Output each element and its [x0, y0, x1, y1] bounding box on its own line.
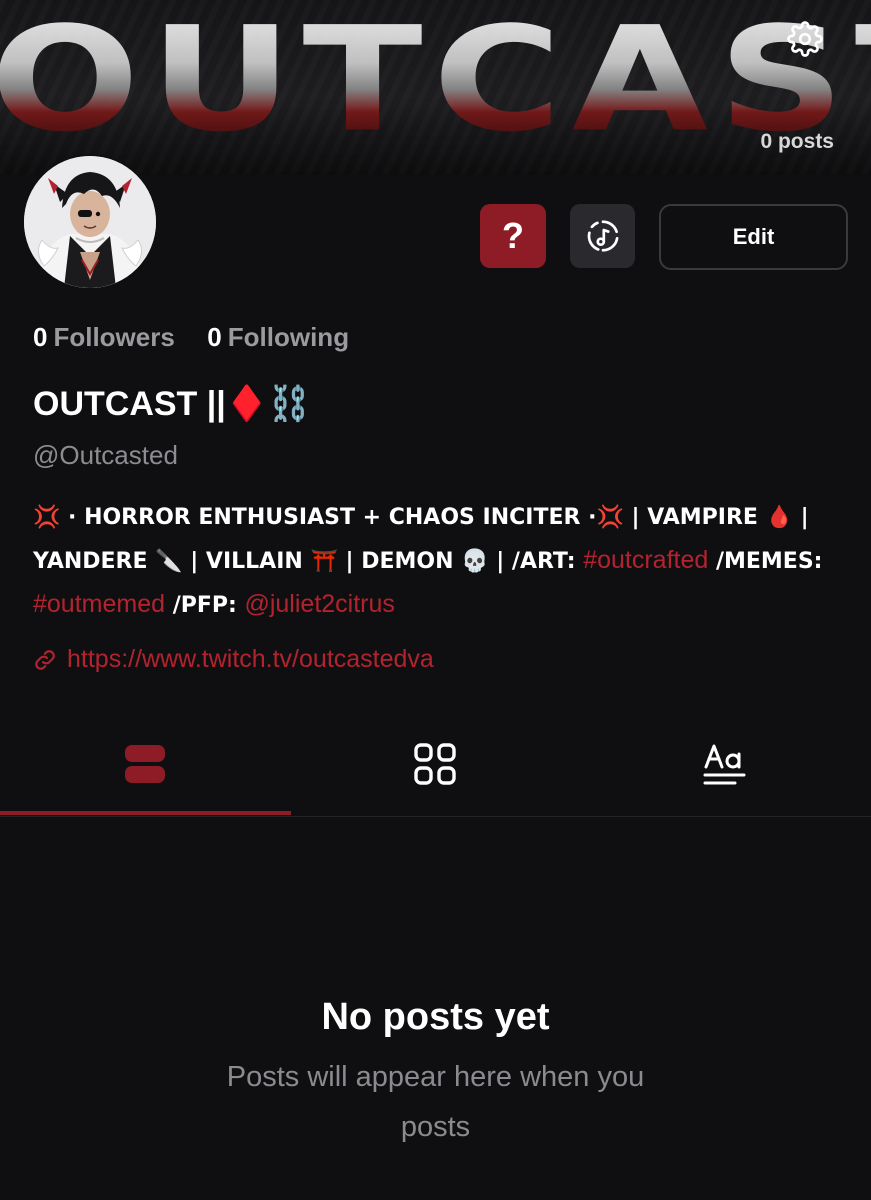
- grid-icon: [414, 743, 456, 785]
- followers-label: Followers: [53, 322, 175, 352]
- bio-line-1: 💢 · HORROR ENTHUSIAST + CHAOS INCITER ·💢…: [33, 505, 809, 530]
- following-count: 0: [207, 322, 222, 352]
- edit-button-label: Edit: [732, 224, 775, 249]
- empty-state-subtitle: Posts will appear here when you posts: [226, 1061, 645, 1143]
- edit-profile-button[interactable]: Edit: [659, 204, 848, 270]
- link-icon: [35, 649, 55, 670]
- hashtag-outcrafted[interactable]: #outcrafted: [583, 546, 708, 574]
- music-button[interactable]: [570, 204, 635, 268]
- tab-list[interactable]: [0, 712, 290, 816]
- banner-shade: [0, 105, 871, 175]
- profile-banner: OUTCAST: [0, 0, 871, 175]
- display-name: OUTCAST ||♦️⛓️: [33, 385, 311, 423]
- followers-count: 0: [33, 322, 48, 352]
- tab-grid[interactable]: [290, 712, 580, 816]
- post-count: 0 posts: [760, 130, 834, 153]
- bio-text-segment: /MEMES:: [708, 549, 823, 574]
- following-label: Following: [227, 322, 350, 352]
- bio-text-segment: YANDERE 🔪 | VILLAIN ⛩️ | DEMON 💀 | /ART:: [33, 549, 584, 574]
- bio-line-2: YANDERE 🔪 | VILLAIN ⛩️ | DEMON 💀 | /ART:…: [33, 539, 843, 583]
- gear-icon: [787, 21, 823, 57]
- profile-handle: @Outcasted: [33, 440, 178, 470]
- bio-line-3: #outmemed /PFP: @juliet2citrus: [33, 583, 843, 627]
- question-mark-label: ?: [502, 215, 524, 256]
- content-tabs: [0, 712, 871, 817]
- mention-juliet2citrus[interactable]: @juliet2citrus: [244, 590, 394, 618]
- profile-link[interactable]: https://www.twitch.tv/outcastedva: [33, 645, 434, 674]
- hashtag-outmemed[interactable]: #outmemed: [33, 590, 165, 618]
- music-disc-icon: [587, 220, 618, 252]
- avatar-illustration: [24, 156, 156, 288]
- follow-stats: 0 Followers 0 Following: [33, 322, 349, 353]
- settings-button[interactable]: [784, 18, 826, 60]
- text-icon: [703, 744, 746, 785]
- list-icon: [125, 745, 165, 783]
- tab-text[interactable]: [580, 712, 870, 816]
- following-link[interactable]: 0 Following: [207, 322, 349, 352]
- profile-bio: 💢 · HORROR ENTHUSIAST + CHAOS INCITER ·💢…: [33, 497, 843, 627]
- bio-text-segment: /PFP:: [165, 593, 245, 618]
- help-button[interactable]: ?: [480, 204, 546, 268]
- followers-link[interactable]: 0 Followers: [33, 322, 182, 352]
- active-tab-indicator: [0, 811, 291, 815]
- profile-link-url: https://www.twitch.tv/outcastedva: [67, 645, 434, 673]
- empty-state-title: No posts yet: [321, 996, 550, 1038]
- avatar[interactable]: [24, 156, 156, 288]
